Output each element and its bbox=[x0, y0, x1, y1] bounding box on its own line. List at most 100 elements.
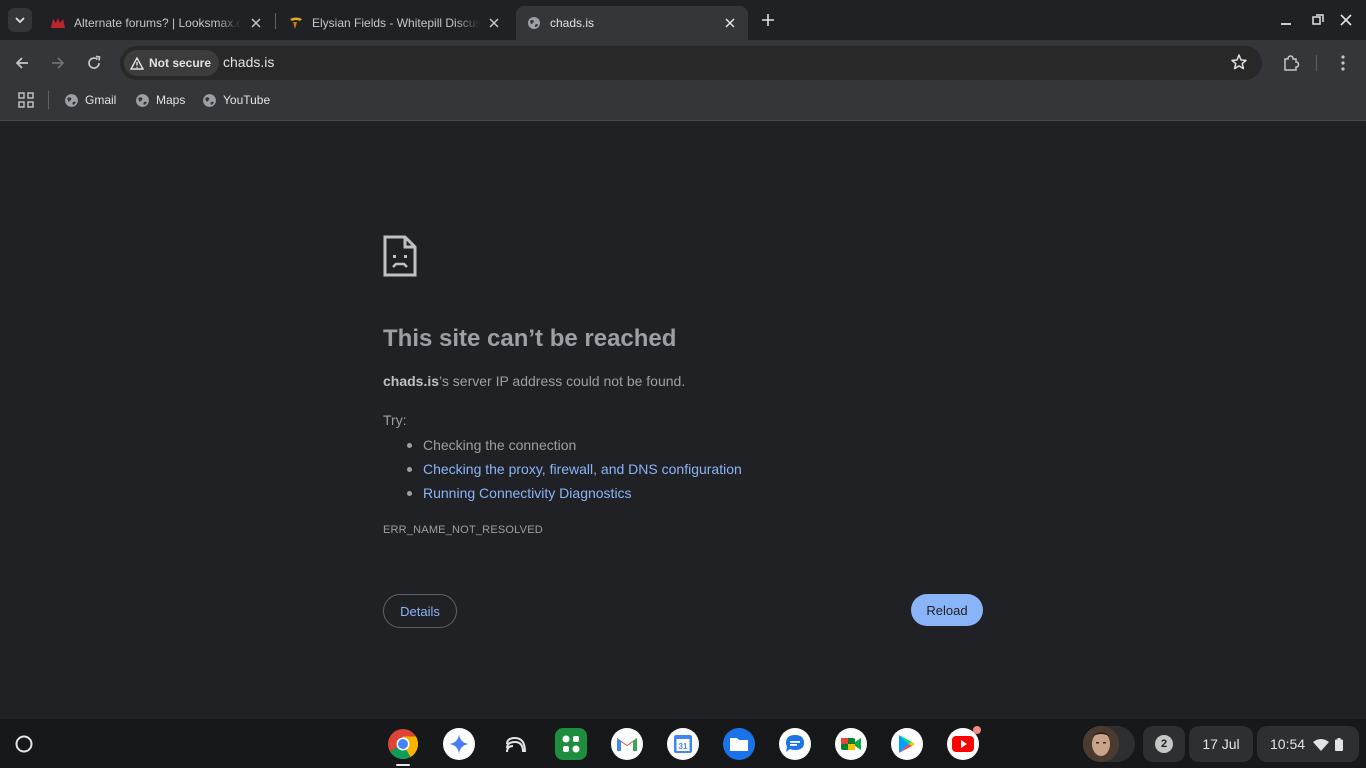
play-store-icon bbox=[899, 735, 915, 753]
back-button[interactable] bbox=[10, 51, 34, 75]
bookmark-youtube[interactable]: YouTube bbox=[202, 90, 270, 110]
arrow-right-icon bbox=[52, 57, 65, 69]
bookmark-gmail[interactable]: Gmail bbox=[64, 90, 116, 110]
error-description: chads.is’s server IP address could not b… bbox=[383, 373, 685, 389]
launcher-icon bbox=[15, 735, 33, 753]
toolbar-divider bbox=[1316, 55, 1317, 71]
globe-icon bbox=[203, 93, 216, 107]
suggestion-check-proxy-link[interactable]: Checking the proxy, firewall, and DNS co… bbox=[383, 457, 742, 481]
star-icon bbox=[1231, 54, 1247, 70]
restore-icon bbox=[1312, 14, 1324, 25]
bookmarks-bar: Gmail Maps YouTube bbox=[0, 86, 1366, 121]
close-icon[interactable] bbox=[248, 15, 264, 31]
youtube-app[interactable] bbox=[947, 726, 981, 760]
puzzle-icon bbox=[1284, 55, 1300, 71]
details-button[interactable]: Details bbox=[383, 594, 457, 628]
shelf: 31 2 17 Jul 10:54 bbox=[0, 719, 1366, 768]
elysian-favicon-icon bbox=[288, 15, 304, 31]
more-vert-icon bbox=[1341, 55, 1345, 71]
files-icon bbox=[730, 738, 748, 751]
bookmark-label: YouTube bbox=[223, 93, 271, 107]
minimize-icon bbox=[1281, 23, 1291, 25]
refresh-icon bbox=[88, 55, 101, 69]
suggestion-connectivity-diagnostics-link[interactable]: Running Connectivity Diagnostics bbox=[383, 481, 742, 505]
calendar-icon: 31 bbox=[674, 735, 692, 753]
plus-icon bbox=[762, 14, 774, 26]
tab-chads-is[interactable]: chads.is bbox=[516, 6, 748, 40]
apps-grid-icon[interactable] bbox=[18, 92, 34, 108]
status-tray[interactable]: 10:54 bbox=[1257, 726, 1359, 762]
user-photo-icon bbox=[1083, 726, 1119, 762]
chevron-down-icon bbox=[15, 17, 25, 24]
files-app[interactable] bbox=[723, 728, 755, 760]
security-chip[interactable]: Not secure bbox=[124, 50, 220, 76]
running-indicator bbox=[396, 764, 410, 766]
launcher-button[interactable] bbox=[11, 731, 37, 757]
meet-icon bbox=[841, 738, 861, 750]
globe-icon bbox=[65, 93, 78, 107]
menu-button[interactable] bbox=[1331, 51, 1355, 75]
chrome-app[interactable] bbox=[387, 728, 419, 760]
url-text[interactable]: chads.is bbox=[223, 54, 274, 70]
gemini-icon bbox=[449, 734, 469, 754]
forward-button[interactable] bbox=[46, 51, 70, 75]
bookmark-label: Maps bbox=[156, 93, 186, 107]
gmail-app[interactable] bbox=[611, 728, 643, 760]
workspace-app[interactable] bbox=[555, 728, 587, 760]
bookmark-maps[interactable]: Maps bbox=[135, 90, 185, 110]
battery-icon bbox=[1335, 737, 1344, 751]
error-title: This site can’t be reached bbox=[383, 325, 677, 352]
tab-strip: Alternate forums? | Looksmax.org Elysian… bbox=[0, 0, 1366, 40]
sad-document-icon bbox=[383, 235, 417, 277]
error-description-text: ’s server IP address could not be found. bbox=[439, 373, 686, 389]
date-tray[interactable]: 17 Jul bbox=[1189, 726, 1253, 762]
error-host: chads.is bbox=[383, 373, 440, 389]
bookmark-label: Gmail bbox=[85, 93, 117, 107]
error-page: This site can’t be reached chads.is’s se… bbox=[0, 121, 1366, 719]
google-workspace-icon bbox=[562, 735, 580, 753]
cast-app[interactable] bbox=[499, 728, 531, 760]
address-bar[interactable]: Not secure chads.is bbox=[120, 46, 1262, 80]
bookmarks-divider bbox=[48, 91, 49, 109]
gemini-app[interactable] bbox=[443, 728, 475, 760]
suggestion-list: Checking the connection Checking the pro… bbox=[383, 433, 742, 505]
suggestion-check-connection: Checking the connection bbox=[383, 433, 742, 457]
error-code: ERR_NAME_NOT_RESOLVED bbox=[383, 524, 543, 536]
avatar[interactable] bbox=[1083, 726, 1119, 762]
restore-button[interactable] bbox=[1308, 10, 1328, 30]
tab-elysian-fields[interactable]: Elysian Fields - Whitepill Discussion bbox=[278, 6, 512, 40]
calendar-app[interactable]: 31 bbox=[667, 728, 699, 760]
messages-app[interactable] bbox=[779, 728, 811, 760]
close-window-button[interactable] bbox=[1336, 10, 1356, 30]
gmail-icon bbox=[617, 738, 637, 751]
notification-count: 2 bbox=[1155, 735, 1173, 753]
youtube-icon bbox=[952, 736, 974, 752]
notification-dot bbox=[973, 726, 981, 734]
warning-icon bbox=[130, 56, 144, 70]
tab-search-button[interactable] bbox=[8, 8, 32, 32]
meet-app[interactable] bbox=[835, 728, 867, 760]
chrome-icon bbox=[388, 729, 419, 760]
reload-button[interactable]: Reload bbox=[911, 594, 983, 626]
calendar-day: 31 bbox=[679, 742, 688, 751]
bookmark-star-button[interactable] bbox=[1230, 53, 1250, 73]
date-text: 17 Jul bbox=[1202, 736, 1240, 752]
tab-looksmax[interactable]: Alternate forums? | Looksmax.org bbox=[40, 6, 274, 40]
close-icon bbox=[1340, 14, 1352, 26]
tab-separator bbox=[275, 13, 276, 29]
arrow-left-icon bbox=[15, 57, 28, 69]
reload-page-button[interactable] bbox=[82, 51, 106, 75]
globe-icon bbox=[136, 93, 149, 107]
close-icon[interactable] bbox=[486, 15, 502, 31]
tab-title: Alternate forums? | Looksmax.org bbox=[74, 16, 242, 30]
minimize-button[interactable] bbox=[1276, 10, 1296, 30]
close-icon[interactable] bbox=[722, 15, 738, 31]
globe-icon bbox=[526, 15, 542, 31]
looksmax-favicon-icon bbox=[50, 15, 66, 31]
wifi-icon bbox=[1313, 738, 1330, 751]
notification-center-button[interactable]: 2 bbox=[1143, 726, 1185, 762]
messages-icon bbox=[786, 735, 804, 752]
new-tab-button[interactable] bbox=[758, 10, 778, 30]
play-store-app[interactable] bbox=[891, 728, 923, 760]
extensions-button[interactable] bbox=[1279, 51, 1303, 75]
